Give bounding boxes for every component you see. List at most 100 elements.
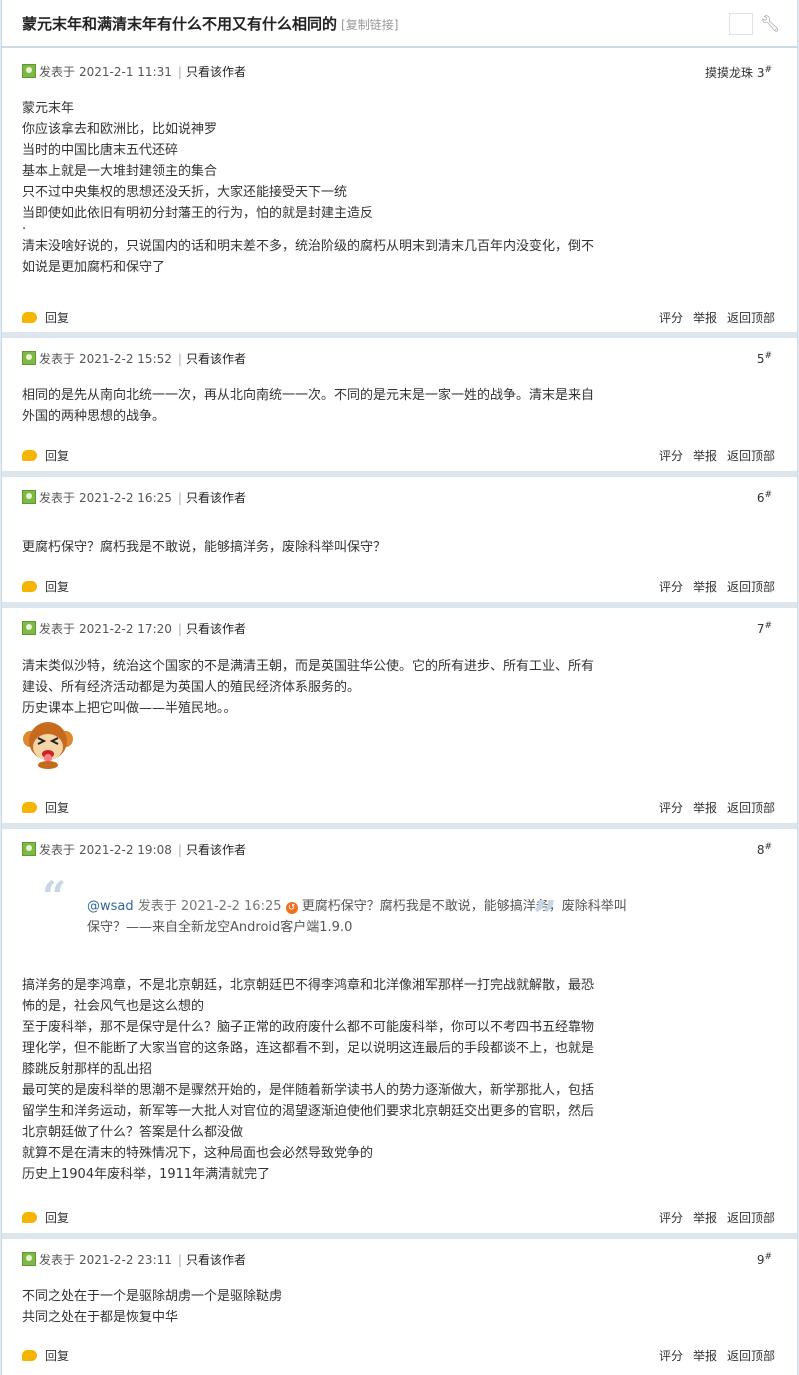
post-action-links: 评分 举报 返回顶部 — [649, 447, 775, 465]
posted-at-label: 发表于 — [39, 622, 76, 636]
back-to-top-link[interactable]: 返回顶部 — [727, 580, 775, 594]
content-line: 怖的是，社会风气也是这么想的 — [22, 999, 205, 1014]
content-line: 更腐朽保守？腐朽我是不敢说，能够搞洋务，废除科举叫保守？ — [22, 540, 387, 555]
report-link[interactable]: 举报 — [693, 1349, 717, 1363]
author-only-link[interactable]: 只看该作者 — [186, 1253, 246, 1267]
post-date: 2021-2-2 17:20 — [79, 622, 172, 636]
post-action-links: 评分 举报 返回顶部 — [649, 1347, 775, 1365]
floor-mark: # — [764, 842, 772, 852]
back-to-top-link[interactable]: 返回顶部 — [727, 801, 775, 815]
content-line: 历史上1904年废科举，1911年满清就完了 — [22, 1167, 271, 1182]
post-actions: 回复 评分 举报 返回顶部 — [22, 1347, 775, 1365]
content-line: 历史课本上把它叫做——半殖民地。。 — [22, 701, 237, 716]
post-actions: 回复 评分 举报 返回顶部 — [22, 447, 775, 465]
post-meta: 发表于 2021-2-2 19:08 | 只看该作者 — [22, 842, 246, 858]
header-toggle-box[interactable] — [729, 13, 753, 35]
reply-icon — [22, 1350, 37, 1361]
user-online-icon — [22, 351, 36, 365]
floor-number[interactable]: 摸摸龙珠 3# — [705, 64, 772, 81]
report-link[interactable]: 举报 — [693, 311, 717, 325]
rate-link[interactable]: 评分 — [659, 801, 683, 815]
floor-number[interactable]: 5# — [757, 351, 772, 366]
post-actions: 回复 评分 举报 返回顶部 — [22, 309, 775, 327]
reply-button[interactable]: 回复 — [22, 1347, 69, 1365]
content-line: 共同之处在于都是恢复中华 — [22, 1310, 179, 1325]
post-date: 2021-2-2 23:11 — [79, 1253, 172, 1267]
reply-icon — [22, 450, 37, 461]
author-only-link[interactable]: 只看该作者 — [186, 843, 246, 857]
author-only-link[interactable]: 只看该作者 — [186, 622, 246, 636]
rate-link[interactable]: 评分 — [659, 580, 683, 594]
content-line: 相同的是先从南向北统一一次，再从北向南统一一次。不同的是元末是一家一姓的战争。清… — [22, 388, 595, 403]
rate-link[interactable]: 评分 — [659, 311, 683, 325]
reply-button[interactable]: 回复 — [22, 447, 69, 465]
content-line: 当即使如此依旧有明初分封藩王的行为，怕的就是封建主造反 — [22, 206, 374, 221]
post-meta: 发表于 2021-2-2 17:20 | 只看该作者 — [22, 621, 246, 637]
content-line: 不同之处在于一个是驱除胡虏一个是驱除鞑虏 — [22, 1289, 283, 1304]
posted-at-label: 发表于 — [39, 65, 76, 79]
reply-button[interactable]: 回复 — [22, 799, 69, 817]
posted-at-label: 发表于 — [39, 1253, 76, 1267]
post-content: 相同的是先从南向北统一一次，再从北向南统一一次。不同的是元末是一家一姓的战争。清… — [22, 385, 773, 427]
post: 发表于 2021-2-2 19:08 | 只看该作者 8# “ @wsad 发表于 2… — [2, 830, 797, 1239]
post: 发表于 2021-2-2 16:25 | 只看该作者 6# 更腐朽保守？腐朽我是不敢说… — [2, 478, 797, 608]
content-line: 只不过中央集权的思想还没夭折，大家还能接受天下一统 — [22, 185, 348, 200]
floor-mark: # — [764, 490, 772, 500]
post-content: 更腐朽保守？腐朽我是不敢说，能够搞洋务，废除科举叫保守？ — [22, 537, 773, 558]
report-link[interactable]: 举报 — [693, 1211, 717, 1225]
back-to-top-link[interactable]: 返回顶部 — [727, 449, 775, 463]
user-online-icon — [22, 490, 36, 504]
reply-label: 回复 — [45, 580, 70, 594]
author-only-link[interactable]: 只看该作者 — [186, 491, 246, 505]
posted-at-label: 发表于 — [39, 491, 76, 505]
floor-mark: # — [764, 65, 772, 75]
author-only-link[interactable]: 只看该作者 — [186, 352, 246, 366]
floor-number[interactable]: 9# — [757, 1252, 772, 1267]
thread-header: 蒙元末年和满清末年有什么不用又有什么相同的 [复制链接] 🔧︎ — [2, 0, 797, 48]
reply-button[interactable]: 回复 — [22, 309, 69, 327]
report-link[interactable]: 举报 — [693, 801, 717, 815]
post: 发表于 2021-2-2 15:52 | 只看该作者 5# 相同的是先从南向北统一一次… — [2, 339, 797, 477]
report-link[interactable]: 举报 — [693, 580, 717, 594]
wrench-icon[interactable]: 🔧︎ — [760, 14, 780, 33]
monkey-emoticon-icon — [23, 722, 73, 769]
post-action-links: 评分 举报 返回顶部 — [649, 1209, 775, 1227]
post-date: 2021-2-2 19:08 — [79, 843, 172, 857]
content-line: 就算不是在清末的特殊情况下，这种局面也会必然导致党争的 — [22, 1146, 374, 1161]
floor-number[interactable]: 7# — [757, 621, 772, 636]
meta-separator: | — [177, 65, 182, 79]
content-line: 留学生和洋务运动，新军等一大批人对官位的渴望逐渐迫使他们要求北京朝廷交出更多的官… — [22, 1104, 595, 1119]
content-line: 建设、所有经济活动都是为英国人的殖民经济体系服务的。 — [22, 680, 361, 695]
report-link[interactable]: 举报 — [693, 449, 717, 463]
back-to-top-link[interactable]: 返回顶部 — [727, 311, 775, 325]
rate-link[interactable]: 评分 — [659, 1211, 683, 1225]
floor-number[interactable]: 6# — [757, 490, 772, 505]
post-date: 2021-2-2 16:25 — [79, 491, 172, 505]
meta-separator: | — [177, 843, 182, 857]
post-date: 2021-2-2 15:52 — [79, 352, 172, 366]
floor-number[interactable]: 8# — [757, 842, 772, 857]
copy-link[interactable]: [复制链接] — [341, 18, 398, 32]
reply-button[interactable]: 回复 — [22, 578, 69, 596]
quote-user-link[interactable]: @wsad — [87, 899, 134, 914]
post-actions: 回复 评分 举报 返回顶部 — [22, 1209, 775, 1227]
reply-icon — [22, 581, 37, 592]
floor-mark: # — [764, 351, 772, 361]
reply-icon — [22, 802, 37, 813]
user-online-icon — [22, 1252, 36, 1266]
open-quote-icon: “ — [42, 872, 67, 921]
jump-to-post-icon[interactable]: ↺ — [285, 902, 298, 914]
content-line: 搞洋务的是李鸿章，不是北京朝廷，北京朝廷巴不得李鸿章和北洋像湘军那样一打完战就解… — [22, 978, 595, 993]
back-to-top-link[interactable]: 返回顶部 — [727, 1211, 775, 1225]
content-line: 基本上就是一大堆封建领主的集合 — [22, 164, 218, 179]
back-to-top-link[interactable]: 返回顶部 — [727, 1349, 775, 1363]
reply-button[interactable]: 回复 — [22, 1209, 69, 1227]
user-online-icon — [22, 621, 36, 635]
post-action-links: 评分 举报 返回顶部 — [649, 309, 775, 327]
content-line: 你应该拿去和欧洲比，比如说神罗 — [22, 122, 218, 137]
content-line: 至于废科举，那不是保守是什么？脑子正常的政府废什么都不可能废科举，你可以不考四书… — [22, 1020, 595, 1035]
author-only-link[interactable]: 只看该作者 — [186, 65, 246, 79]
rate-link[interactable]: 评分 — [659, 1349, 683, 1363]
post-action-links: 评分 举报 返回顶部 — [649, 799, 775, 817]
rate-link[interactable]: 评分 — [659, 449, 683, 463]
